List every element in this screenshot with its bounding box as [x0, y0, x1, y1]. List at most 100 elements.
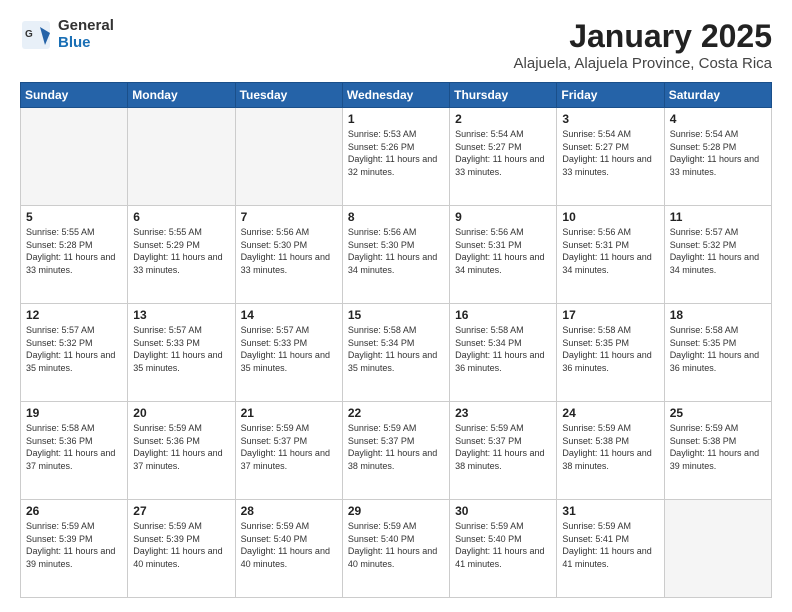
day-info: Sunrise: 5:58 AMSunset: 5:34 PMDaylight:… — [455, 324, 551, 374]
calendar-day-header: Thursday — [450, 83, 557, 108]
calendar-day-cell: 15 Sunrise: 5:58 AMSunset: 5:34 PMDayligh… — [342, 304, 449, 402]
day-info: Sunrise: 5:58 AMSunset: 5:36 PMDaylight:… — [26, 422, 122, 472]
calendar-day-cell: 6 Sunrise: 5:55 AMSunset: 5:29 PMDaylight… — [128, 206, 235, 304]
day-number: 10 — [562, 210, 658, 224]
day-number: 11 — [670, 210, 766, 224]
calendar-day-cell: 21 Sunrise: 5:59 AMSunset: 5:37 PMDayligh… — [235, 402, 342, 500]
day-info: Sunrise: 5:57 AMSunset: 5:32 PMDaylight:… — [26, 324, 122, 374]
calendar-day-header: Monday — [128, 83, 235, 108]
calendar-day-cell: 23 Sunrise: 5:59 AMSunset: 5:37 PMDayligh… — [450, 402, 557, 500]
day-number: 22 — [348, 406, 444, 420]
calendar-day-cell: 16Sunrise: 5:58 AMSunset: 5:34 PMDayligh… — [450, 304, 557, 402]
calendar-day-header: Sunday — [21, 83, 128, 108]
calendar-day-header: Friday — [557, 83, 664, 108]
calendar-day-cell: 24Sunrise: 5:59 AMSunset: 5:38 PMDayligh… — [557, 402, 664, 500]
day-info: Sunrise: 5:55 AMSunset: 5:29 PMDaylight:… — [133, 226, 229, 276]
title-block: January 2025 Alajuela, Alajuela Province… — [514, 18, 772, 72]
day-number: 18 — [670, 308, 766, 322]
day-info: Sunrise: 5:53 AMSunset: 5:26 PMDaylight:… — [348, 128, 444, 178]
day-number: 9 — [455, 210, 551, 224]
calendar-day-cell: 19Sunrise: 5:58 AMSunset: 5:36 PMDayligh… — [21, 402, 128, 500]
logo-text: General Blue — [58, 18, 114, 51]
calendar-day-cell: 5Sunrise: 5:55 AMSunset: 5:28 PMDaylight… — [21, 206, 128, 304]
page: G General Blue January 2025 Alajuela, Al… — [0, 0, 792, 612]
main-title: January 2025 — [514, 18, 772, 55]
day-info: Sunrise: 5:56 AMSunset: 5:30 PMDaylight:… — [241, 226, 337, 276]
calendar-day-cell: 9 Sunrise: 5:56 AMSunset: 5:31 PMDaylight… — [450, 206, 557, 304]
day-info: Sunrise: 5:57 AMSunset: 5:32 PMDaylight:… — [670, 226, 766, 276]
day-number: 1 — [348, 112, 444, 126]
day-number: 25 — [670, 406, 766, 420]
calendar-day-cell: 27 Sunrise: 5:59 AMSunset: 5:39 PMDayligh… — [128, 500, 235, 598]
calendar-day-header: Saturday — [664, 83, 771, 108]
day-info: Sunrise: 5:56 AMSunset: 5:31 PMDaylight:… — [455, 226, 551, 276]
day-info: Sunrise: 5:59 AMSunset: 5:40 PMDaylight:… — [241, 520, 337, 570]
calendar-day-cell — [664, 500, 771, 598]
calendar-day-cell — [128, 108, 235, 206]
day-info: Sunrise: 5:57 AMSunset: 5:33 PMDaylight:… — [133, 324, 229, 374]
calendar-day-cell: 10 Sunrise: 5:56 AMSunset: 5:31 PMDayligh… — [557, 206, 664, 304]
logo-general-text: General — [58, 18, 114, 35]
day-info: Sunrise: 5:54 AMSunset: 5:27 PMDaylight:… — [562, 128, 658, 178]
calendar-day-cell: 18 Sunrise: 5:58 AMSunset: 5:35 PMDayligh… — [664, 304, 771, 402]
day-number: 3 — [562, 112, 658, 126]
day-info: Sunrise: 5:59 AMSunset: 5:37 PMDaylight:… — [348, 422, 444, 472]
day-info: Sunrise: 5:59 AMSunset: 5:41 PMDaylight:… — [562, 520, 658, 570]
calendar-day-cell: 28Sunrise: 5:59 AMSunset: 5:40 PMDayligh… — [235, 500, 342, 598]
day-info: Sunrise: 5:59 AMSunset: 5:39 PMDaylight:… — [133, 520, 229, 570]
calendar-day-cell — [235, 108, 342, 206]
logo-icon: G — [20, 19, 52, 51]
calendar-day-cell: 13Sunrise: 5:57 AMSunset: 5:33 PMDayligh… — [128, 304, 235, 402]
logo-blue-text: Blue — [58, 35, 114, 52]
calendar-day-cell: 25 Sunrise: 5:59 AMSunset: 5:38 PMDayligh… — [664, 402, 771, 500]
day-info: Sunrise: 5:58 AMSunset: 5:35 PMDaylight:… — [670, 324, 766, 374]
day-info: Sunrise: 5:57 AMSunset: 5:33 PMDaylight:… — [241, 324, 337, 374]
calendar-week-row: 1 Sunrise: 5:53 AMSunset: 5:26 PMDaylight… — [21, 108, 772, 206]
day-number: 27 — [133, 504, 229, 518]
day-info: Sunrise: 5:59 AMSunset: 5:39 PMDaylight:… — [26, 520, 122, 570]
calendar-day-header: Tuesday — [235, 83, 342, 108]
calendar-day-header: Wednesday — [342, 83, 449, 108]
day-info: Sunrise: 5:59 AMSunset: 5:37 PMDaylight:… — [241, 422, 337, 472]
day-info: Sunrise: 5:59 AMSunset: 5:36 PMDaylight:… — [133, 422, 229, 472]
day-number: 6 — [133, 210, 229, 224]
day-number: 7 — [241, 210, 337, 224]
day-number: 2 — [455, 112, 551, 126]
calendar-table: SundayMondayTuesdayWednesdayThursdayFrid… — [20, 82, 772, 598]
calendar-day-cell — [21, 108, 128, 206]
day-info: Sunrise: 5:59 AMSunset: 5:40 PMDaylight:… — [455, 520, 551, 570]
day-info: Sunrise: 5:56 AMSunset: 5:31 PMDaylight:… — [562, 226, 658, 276]
calendar-day-cell: 26Sunrise: 5:59 AMSunset: 5:39 PMDayligh… — [21, 500, 128, 598]
calendar-day-cell: 14Sunrise: 5:57 AMSunset: 5:33 PMDayligh… — [235, 304, 342, 402]
day-info: Sunrise: 5:58 AMSunset: 5:34 PMDaylight:… — [348, 324, 444, 374]
subtitle: Alajuela, Alajuela Province, Costa Rica — [514, 55, 772, 72]
day-number: 29 — [348, 504, 444, 518]
logo: G General Blue — [20, 18, 114, 51]
calendar-day-cell: 4Sunrise: 5:54 AMSunset: 5:28 PMDaylight… — [664, 108, 771, 206]
day-number: 30 — [455, 504, 551, 518]
day-info: Sunrise: 5:56 AMSunset: 5:30 PMDaylight:… — [348, 226, 444, 276]
calendar-day-cell: 31 Sunrise: 5:59 AMSunset: 5:41 PMDayligh… — [557, 500, 664, 598]
day-number: 5 — [26, 210, 122, 224]
calendar-day-cell: 3 Sunrise: 5:54 AMSunset: 5:27 PMDaylight… — [557, 108, 664, 206]
calendar-week-row: 5Sunrise: 5:55 AMSunset: 5:28 PMDaylight… — [21, 206, 772, 304]
header: G General Blue January 2025 Alajuela, Al… — [20, 18, 772, 72]
calendar-day-cell: 20 Sunrise: 5:59 AMSunset: 5:36 PMDayligh… — [128, 402, 235, 500]
day-info: Sunrise: 5:59 AMSunset: 5:37 PMDaylight:… — [455, 422, 551, 472]
day-number: 21 — [241, 406, 337, 420]
day-info: Sunrise: 5:59 AMSunset: 5:38 PMDaylight:… — [670, 422, 766, 472]
day-number: 17 — [562, 308, 658, 322]
calendar-day-cell: 2Sunrise: 5:54 AMSunset: 5:27 PMDaylight… — [450, 108, 557, 206]
calendar-header-row: SundayMondayTuesdayWednesdayThursdayFrid… — [21, 83, 772, 108]
day-number: 23 — [455, 406, 551, 420]
calendar-day-cell: 1 Sunrise: 5:53 AMSunset: 5:26 PMDaylight… — [342, 108, 449, 206]
day-number: 15 — [348, 308, 444, 322]
day-number: 8 — [348, 210, 444, 224]
day-number: 20 — [133, 406, 229, 420]
calendar-day-cell: 12Sunrise: 5:57 AMSunset: 5:32 PMDayligh… — [21, 304, 128, 402]
calendar-week-row: 12Sunrise: 5:57 AMSunset: 5:32 PMDayligh… — [21, 304, 772, 402]
day-info: Sunrise: 5:59 AMSunset: 5:40 PMDaylight:… — [348, 520, 444, 570]
day-number: 31 — [562, 504, 658, 518]
calendar-day-cell: 30 Sunrise: 5:59 AMSunset: 5:40 PMDayligh… — [450, 500, 557, 598]
day-info: Sunrise: 5:58 AMSunset: 5:35 PMDaylight:… — [562, 324, 658, 374]
